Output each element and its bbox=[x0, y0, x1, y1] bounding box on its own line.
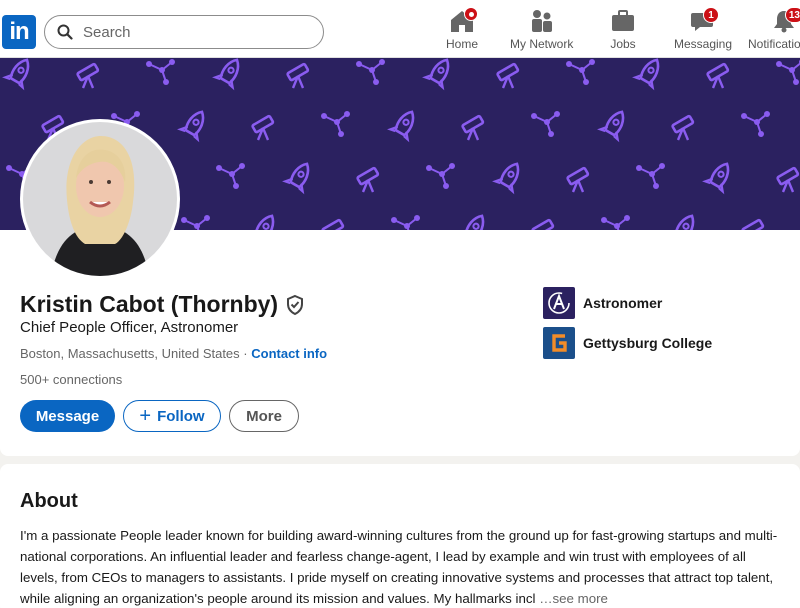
plus-icon: + bbox=[139, 405, 152, 427]
nav-label: Home bbox=[446, 37, 479, 51]
profile-photo[interactable] bbox=[20, 119, 180, 279]
profile-location: Boston, Massachusetts, United States · C… bbox=[20, 346, 327, 361]
nav-label: My Network bbox=[510, 37, 574, 51]
name-row: Kristin Cabot (Thornby) bbox=[20, 291, 306, 318]
profile-name: Kristin Cabot (Thornby) bbox=[20, 291, 279, 317]
nav-item-home[interactable]: Home bbox=[446, 7, 479, 54]
top-nav: in Home My Network bbox=[0, 0, 800, 58]
search-input[interactable] bbox=[83, 23, 283, 41]
about-body: I'm a passionate People leader known for… bbox=[20, 528, 778, 606]
follow-button[interactable]: + Follow bbox=[123, 400, 221, 432]
see-more-link[interactable]: …see more bbox=[539, 591, 608, 606]
location-separator: · bbox=[239, 346, 252, 361]
network-icon bbox=[531, 10, 552, 32]
briefcase-icon bbox=[612, 10, 634, 31]
nav-item-jobs[interactable]: Jobs bbox=[609, 8, 637, 54]
about-section: About I'm a passionate People leader kno… bbox=[0, 464, 800, 608]
nav-label: Jobs bbox=[610, 37, 636, 51]
messaging-badge: 1 bbox=[703, 7, 720, 23]
profile-card: Kristin Cabot (Thornby) Chief People Off… bbox=[0, 58, 800, 456]
message-button[interactable]: Message bbox=[20, 400, 115, 432]
org-name: Astronomer bbox=[583, 295, 663, 311]
nav-label: Messaging bbox=[674, 37, 733, 51]
about-title: About bbox=[20, 490, 78, 512]
connections-count[interactable]: 500+ connections bbox=[20, 372, 122, 387]
follow-label: Follow bbox=[157, 407, 205, 425]
about-text: I'm a passionate People leader known for… bbox=[20, 525, 780, 608]
gettysburg-logo-icon bbox=[543, 327, 575, 359]
org-item-astronomer[interactable]: Astronomer bbox=[543, 287, 662, 319]
linkedin-logo[interactable]: in bbox=[2, 15, 36, 49]
nav-item-my-network[interactable]: My Network bbox=[510, 8, 573, 54]
profile-headline: Chief People Officer, Astronomer bbox=[20, 319, 239, 336]
nav-item-messaging[interactable]: 1 Messaging bbox=[674, 7, 733, 54]
notifications-badge: 13 bbox=[784, 7, 800, 23]
location-text: Boston, Massachusetts, United States bbox=[20, 346, 240, 361]
contact-info-link[interactable]: Contact info bbox=[251, 346, 327, 361]
org-item-gettysburg[interactable]: Gettysburg College bbox=[543, 327, 712, 359]
verified-shield-icon[interactable] bbox=[284, 294, 306, 316]
home-notification-dot bbox=[464, 7, 478, 21]
search-box[interactable] bbox=[44, 15, 324, 49]
astronomer-logo-icon bbox=[543, 287, 575, 319]
nav-label: Notifications bbox=[748, 37, 800, 51]
org-name: Gettysburg College bbox=[583, 335, 713, 351]
search-icon bbox=[57, 24, 73, 40]
more-button[interactable]: More bbox=[229, 400, 299, 432]
avatar-image bbox=[23, 122, 177, 276]
nav-item-notifications[interactable]: 13 Notifications bbox=[748, 7, 800, 54]
